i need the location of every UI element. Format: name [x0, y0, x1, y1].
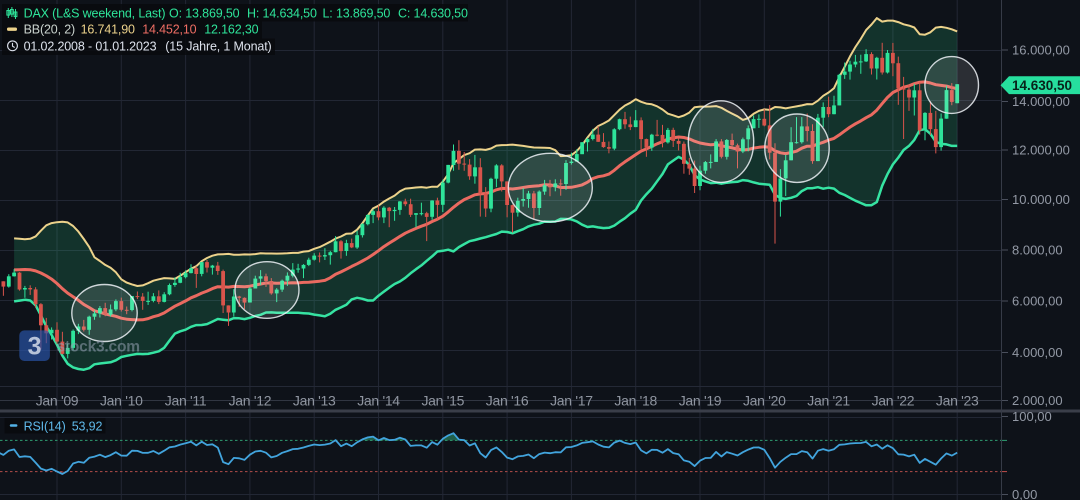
svg-text:Jan '12: Jan '12	[229, 393, 272, 409]
svg-text:L: 13.869,50: L: 13.869,50	[323, 6, 391, 20]
svg-text:8.000,00: 8.000,00	[1012, 243, 1063, 258]
svg-text:14.630,50: 14.630,50	[1012, 78, 1072, 93]
svg-text:Jan '11: Jan '11	[165, 393, 207, 409]
svg-text:Jan '19: Jan '19	[679, 393, 722, 409]
svg-text:Jan '17: Jan '17	[550, 393, 593, 409]
svg-text:100,00: 100,00	[1012, 409, 1052, 424]
svg-text:stock3.com: stock3.com	[57, 339, 140, 356]
svg-text:Jan '23: Jan '23	[936, 393, 979, 409]
svg-text:Jan '14: Jan '14	[357, 393, 400, 409]
svg-text:12.000,00: 12.000,00	[1012, 143, 1070, 158]
svg-text:Jan '22: Jan '22	[872, 393, 915, 409]
svg-text:4.000,00: 4.000,00	[1012, 345, 1063, 360]
svg-text:H: 14.634,50: H: 14.634,50	[247, 6, 317, 20]
svg-text:(15 Jahre, 1 Monat): (15 Jahre, 1 Monat)	[165, 39, 271, 53]
svg-text:14.000,00: 14.000,00	[1012, 94, 1070, 109]
svg-text:0,00: 0,00	[1012, 487, 1037, 500]
svg-text:Jan '13: Jan '13	[293, 393, 336, 409]
svg-text:C: 14.630,50: C: 14.630,50	[398, 6, 468, 20]
svg-text:Jan '20: Jan '20	[743, 393, 786, 409]
svg-text:10.000,00: 10.000,00	[1012, 192, 1070, 207]
svg-text:DAX (L&S weekend, Last): DAX (L&S weekend, Last)	[24, 6, 166, 20]
svg-text:Jan '21: Jan '21	[807, 393, 850, 409]
svg-text:BB(20, 2): BB(20, 2)	[24, 22, 75, 36]
svg-text:6.000,00: 6.000,00	[1012, 294, 1063, 309]
svg-text:2.000,00: 2.000,00	[1012, 393, 1063, 408]
svg-text:Jan '09: Jan '09	[36, 393, 79, 409]
svg-text:Jan '15: Jan '15	[421, 393, 464, 409]
svg-text:16.741,90: 16.741,90	[81, 22, 135, 36]
svg-text:Jan '18: Jan '18	[614, 393, 657, 409]
svg-text:3: 3	[28, 333, 42, 361]
svg-text:01.02.2008 - 01.01.2023: 01.02.2008 - 01.01.2023	[24, 39, 157, 53]
svg-text:14.452,10: 14.452,10	[142, 22, 196, 36]
svg-text:16.000,00: 16.000,00	[1012, 43, 1070, 58]
svg-text:Jan '16: Jan '16	[486, 393, 529, 409]
svg-text:RSI(14) 53,92: RSI(14) 53,92	[24, 419, 103, 433]
svg-text:Jan '10: Jan '10	[100, 393, 143, 409]
svg-text:12.162,30: 12.162,30	[204, 22, 258, 36]
svg-text:O: 13.869,50: O: 13.869,50	[169, 6, 240, 20]
